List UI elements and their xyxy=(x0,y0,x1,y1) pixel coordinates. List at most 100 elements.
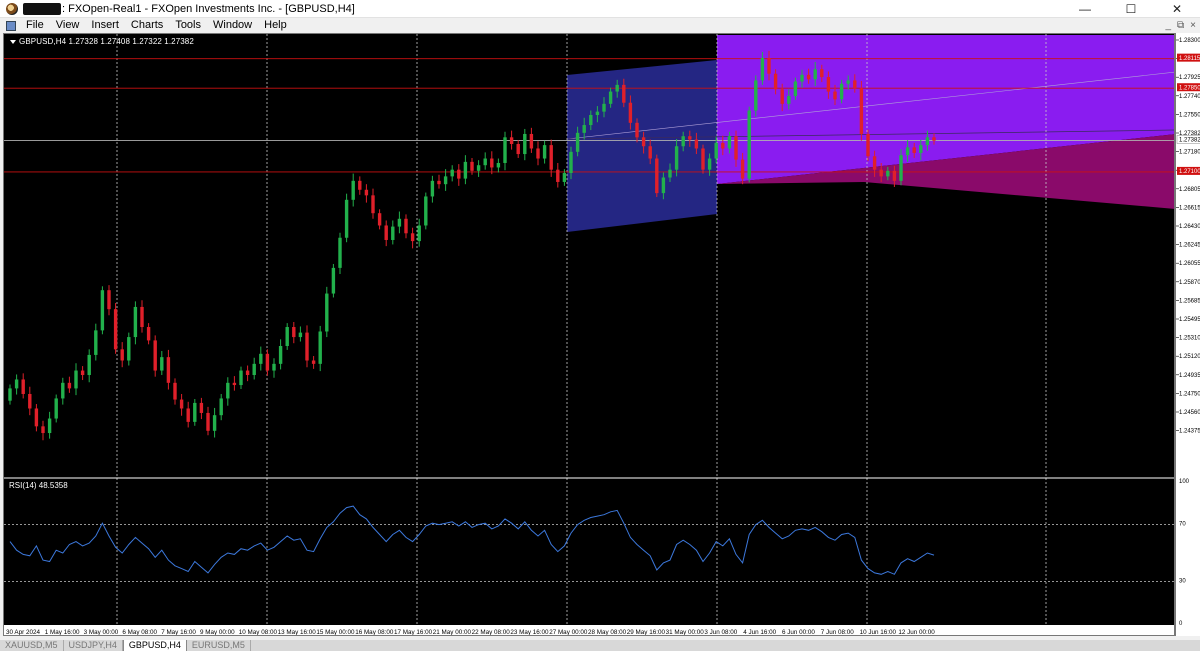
candle-body-121 xyxy=(806,74,811,80)
time-label-11: 21 May 00:00 xyxy=(433,629,472,636)
tab-usdjpy-h4[interactable]: USDJPY,H4 xyxy=(64,640,123,651)
time-label-23: 12 Jun 00:00 xyxy=(898,629,935,636)
app-logo-icon xyxy=(6,2,18,15)
candle-body-114 xyxy=(760,58,765,81)
price-label-4: 1.27550 xyxy=(1179,112,1200,118)
price-label-10: 1.26430 xyxy=(1179,224,1200,230)
candle-body-107 xyxy=(714,142,718,159)
close-button[interactable]: ✕ xyxy=(1154,0,1200,18)
candle-body-81 xyxy=(542,145,547,159)
candle-body-51 xyxy=(344,199,349,238)
candle-body-83 xyxy=(556,169,560,182)
price-marker-label-2: 1.27382 xyxy=(1179,138,1200,144)
menu-help[interactable]: Help xyxy=(258,18,293,33)
candle-body-73 xyxy=(490,158,494,168)
menu-view[interactable]: View xyxy=(50,18,86,33)
candle-body-2 xyxy=(21,379,25,394)
dropdown-triangle-icon[interactable] xyxy=(10,39,16,44)
candle-body-29 xyxy=(199,402,204,413)
candle-body-85 xyxy=(569,151,573,174)
minimize-button[interactable]: — xyxy=(1062,0,1108,18)
candle-body-15 xyxy=(107,290,111,310)
menu-tools[interactable]: Tools xyxy=(169,18,207,33)
candle-body-135 xyxy=(899,155,903,181)
candle-body-89 xyxy=(595,111,600,115)
price-label-6: 1.27180 xyxy=(1179,150,1200,156)
candle-body-110 xyxy=(734,136,738,160)
candle-body-106 xyxy=(707,158,712,170)
tab-eurusd-m5[interactable]: EURUSD,M5 xyxy=(187,640,251,651)
time-label-21: 7 Jun 08:00 xyxy=(821,629,854,636)
rsi-axis-label-2: 30 xyxy=(1179,578,1186,584)
price-marker-label-3: 1.27100 xyxy=(1179,169,1200,175)
tab-gbpusd-h4[interactable]: GBPUSD,H4 xyxy=(122,640,187,651)
rsi-axis-label-1: 70 xyxy=(1179,522,1186,528)
chart-window-icon[interactable] xyxy=(6,20,16,31)
candle-body-65 xyxy=(437,180,441,185)
candle-body-113 xyxy=(754,80,758,111)
candle-body-58 xyxy=(391,226,395,240)
candle-body-12 xyxy=(87,354,91,376)
time-label-14: 27 May 00:00 xyxy=(549,629,588,636)
price-chart-canvas[interactable]: 30 Apr 2024 1 May 16:00 3 May 00:00 6 May 0… xyxy=(4,34,1175,636)
child-close-button[interactable]: × xyxy=(1190,18,1196,33)
price-label-17: 1.25120 xyxy=(1179,354,1200,360)
price-marker-label-0: 1.28115 xyxy=(1179,56,1200,62)
candle-body-137 xyxy=(912,147,916,153)
price-label-0: 1.28300 xyxy=(1179,38,1200,44)
chart-tabs: XAUUSD,M5 USDJPY,H4 GBPUSD,H4 EURUSD,M5 xyxy=(0,640,1200,651)
candle-body-44 xyxy=(298,332,303,338)
candle-body-76 xyxy=(509,137,514,145)
candle-body-94 xyxy=(628,102,633,123)
candle-body-4 xyxy=(34,408,39,427)
menu-insert[interactable]: Insert xyxy=(85,18,125,33)
candle-body-63 xyxy=(424,196,428,226)
candle-body-21 xyxy=(146,327,151,341)
tab-xauusd-m5[interactable]: XAUUSD,M5 xyxy=(0,640,64,651)
time-label-4: 7 May 16:00 xyxy=(161,629,196,636)
candle-body-139 xyxy=(925,137,930,146)
candle-body-80 xyxy=(536,148,540,159)
time-label-20: 6 Jun 00:00 xyxy=(782,629,815,636)
candle-body-16 xyxy=(113,309,118,350)
candle-body-50 xyxy=(338,237,342,268)
candle-body-48 xyxy=(325,293,329,332)
candle-body-39 xyxy=(265,353,270,371)
candle-body-138 xyxy=(919,145,923,153)
menu-window[interactable]: Window xyxy=(207,18,258,33)
candle-body-111 xyxy=(740,159,745,179)
rsi-indicator-label: RSI(14) 48.5358 xyxy=(9,481,68,490)
price-marker-label-1: 1.27850 xyxy=(1179,86,1200,92)
price-axis[interactable]: 1.28300 1.28115 1.27925 1.27740 1.27550 1.273… xyxy=(1175,33,1200,636)
candle-body-134 xyxy=(892,170,897,181)
candle-body-74 xyxy=(496,162,501,168)
candle-body-52 xyxy=(351,180,355,200)
candle-body-117 xyxy=(780,89,784,104)
maximize-button[interactable]: ☐ xyxy=(1108,0,1154,18)
price-label-13: 1.25870 xyxy=(1179,280,1200,286)
candle-body-91 xyxy=(608,91,613,104)
candle-body-78 xyxy=(523,133,527,155)
candle-body-82 xyxy=(549,145,553,170)
candle-body-62 xyxy=(417,225,421,242)
time-label-9: 16 May 08:00 xyxy=(355,629,394,636)
candle-body-140 xyxy=(932,137,936,141)
price-label-20: 1.24560 xyxy=(1179,410,1200,416)
candle-body-66 xyxy=(443,176,448,185)
chart-area[interactable]: 30 Apr 2024 1 May 16:00 3 May 00:00 6 May 0… xyxy=(3,33,1175,636)
candle-body-55 xyxy=(371,195,375,214)
candle-body-60 xyxy=(404,218,408,234)
candle-body-133 xyxy=(886,170,890,177)
menu-charts[interactable]: Charts xyxy=(125,18,169,33)
candle-body-8 xyxy=(61,382,65,399)
candle-body-95 xyxy=(635,122,639,138)
menu-file[interactable]: File xyxy=(20,18,50,33)
candle-body-72 xyxy=(483,158,487,166)
candle-body-69 xyxy=(463,161,468,179)
child-restore-button[interactable]: ⧉ xyxy=(1177,18,1184,33)
rsi-axis-label-0: 100 xyxy=(1179,479,1190,485)
candle-body-132 xyxy=(879,169,883,177)
time-label-12: 22 May 08:00 xyxy=(472,629,511,636)
candle-body-6 xyxy=(47,418,52,434)
child-minimize-button[interactable]: _ xyxy=(1165,18,1171,33)
